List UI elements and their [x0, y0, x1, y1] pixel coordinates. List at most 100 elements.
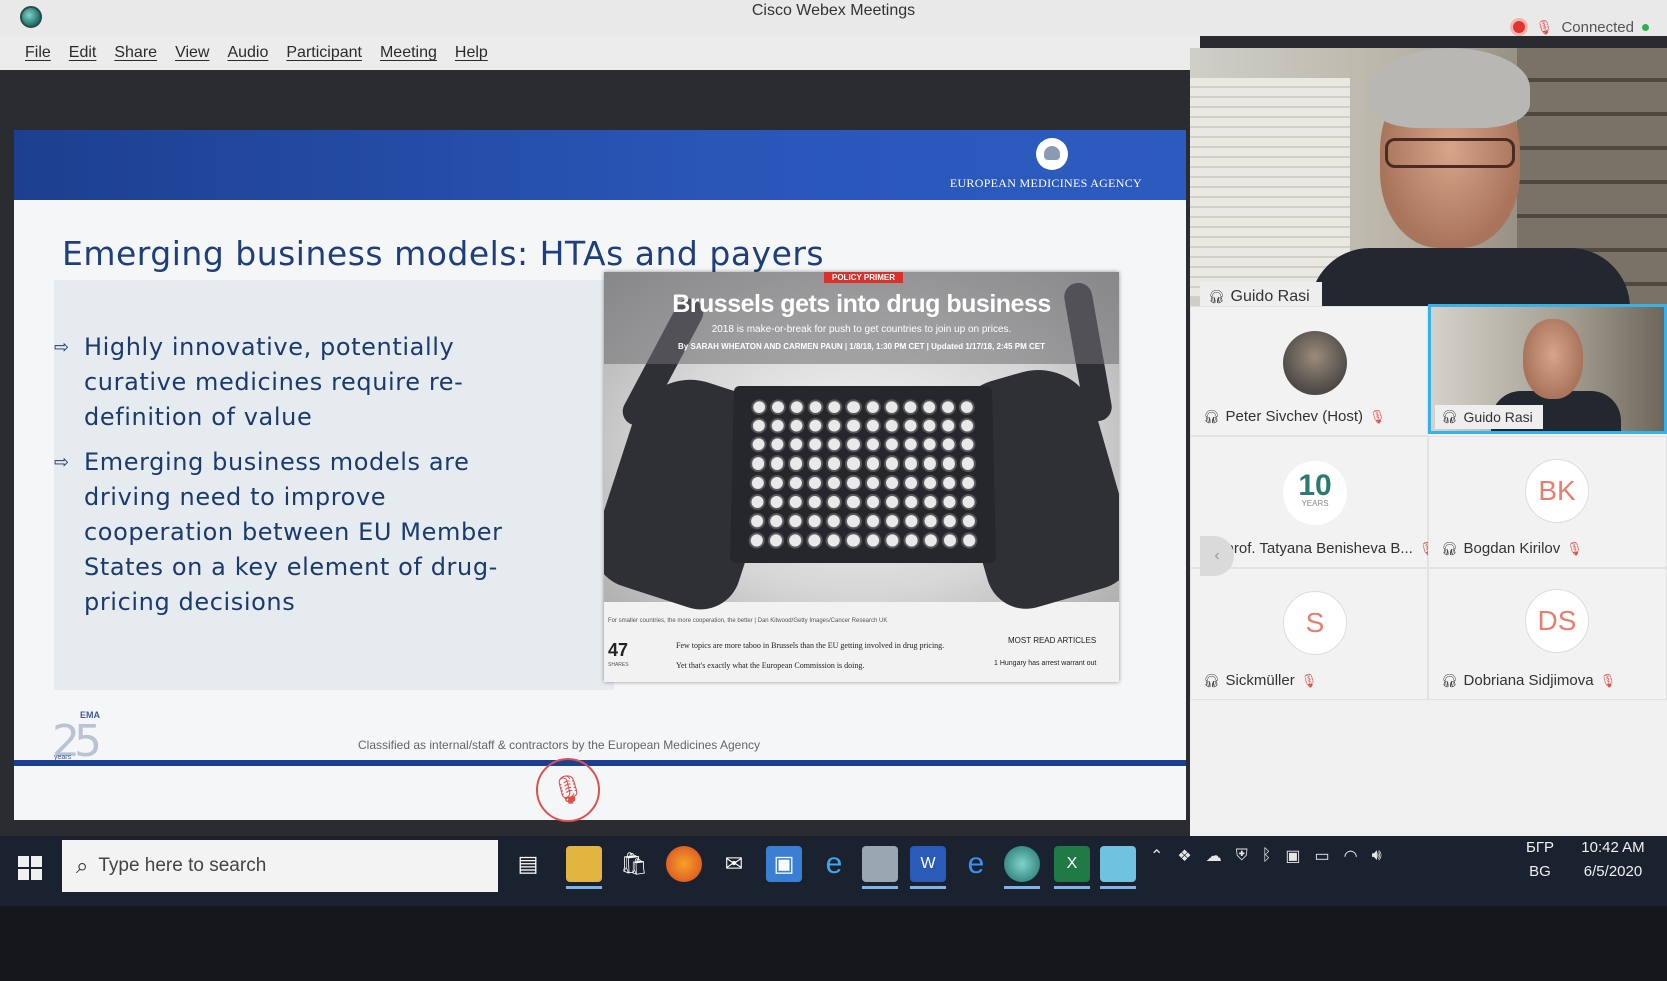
menu-participant[interactable]: Participant: [286, 44, 362, 62]
article-paragraph: Few topics are more taboo in Brussels th…: [676, 636, 976, 656]
plate-well: [827, 399, 843, 415]
dropbox-icon[interactable]: ❖: [1177, 846, 1191, 866]
plate-well: [749, 532, 766, 548]
plate-well: [921, 418, 937, 434]
recording-icon[interactable]: [1510, 18, 1528, 36]
plate-well: [768, 532, 785, 548]
plate-well: [922, 494, 938, 510]
plate-well: [865, 513, 881, 529]
plate-well: [807, 513, 823, 529]
notes-app-icon[interactable]: [1100, 846, 1136, 882]
excel-icon[interactable]: X: [1054, 846, 1090, 882]
internet-explorer-icon[interactable]: e: [816, 846, 852, 882]
muted-mic-icon: 🎙︎: [1566, 541, 1583, 557]
mail-icon[interactable]: ✉: [716, 846, 752, 882]
active-speaker-video[interactable]: 🎧︎ Guido Rasi: [1190, 48, 1667, 324]
active-app-indicator: [1100, 886, 1136, 889]
language-indicator[interactable]: БГР BG: [1520, 836, 1560, 884]
menu-view[interactable]: View: [175, 44, 209, 62]
plate-well: [903, 532, 919, 548]
article-caption: For smaller countries, the more cooperat…: [608, 618, 887, 624]
participant-tile[interactable]: BK 🎧︎ Bogdan Kirilov 🎙︎: [1428, 436, 1667, 568]
menu-file[interactable]: File: [25, 44, 51, 62]
taskbar-search-box[interactable]: ⌕ Type here to search: [62, 840, 498, 892]
plate-well: [960, 474, 976, 490]
slide-title: Emerging business models: HTAs and payer…: [62, 234, 824, 273]
cloud-icon[interactable]: ☁: [1206, 846, 1222, 866]
plate-well: [883, 437, 899, 453]
slide-banner: EUROPEAN MEDICINES AGENCY: [14, 130, 1186, 200]
menu-edit[interactable]: Edit: [69, 44, 97, 62]
plate-well: [884, 494, 900, 510]
bullet-item: ⇨ Emerging business models are driving n…: [84, 445, 534, 620]
app-icon[interactable]: [862, 846, 898, 882]
plate-well: [959, 418, 975, 434]
speaker-head: [1523, 319, 1583, 399]
plate-well: [845, 474, 861, 490]
menu-audio[interactable]: Audio: [227, 44, 268, 62]
mute-button[interactable]: 🎙︎: [536, 758, 600, 822]
security-shield-icon[interactable]: ⛨: [1236, 847, 1248, 865]
remote-desktop-icon[interactable]: ▣: [766, 846, 802, 882]
plate-well: [826, 474, 842, 490]
participant-tile-active[interactable]: 🎧︎ Guido Rasi: [1428, 304, 1667, 434]
muted-mic-icon: 🎙︎: [1600, 673, 1617, 689]
task-view-icon[interactable]: ▤: [510, 846, 546, 882]
share-label: SHARES: [608, 662, 629, 668]
bullet-text: Emerging business models are driving nee…: [84, 448, 503, 616]
menu-help[interactable]: Help: [455, 44, 488, 62]
article-byline: By SARAH WHEATON AND CARMEN PAUN | 1/8/1…: [604, 342, 1119, 351]
plate-well: [902, 418, 918, 434]
file-explorer-icon[interactable]: [566, 846, 602, 882]
plate-well: [903, 456, 919, 472]
plate-well: [961, 513, 978, 529]
plate-well: [903, 513, 919, 529]
windows-start-icon[interactable]: [18, 856, 42, 880]
well-plate: [730, 386, 996, 563]
plate-well: [789, 399, 805, 415]
word-icon[interactable]: W: [910, 846, 946, 882]
wifi-icon[interactable]: ◠: [1344, 846, 1358, 866]
ema-logo-icon: [1036, 138, 1068, 170]
plate-well: [883, 399, 899, 415]
article-header: POLICY PRIMER Brussels gets into drug bu…: [604, 272, 1119, 364]
plate-well: [826, 494, 842, 510]
participant-tile[interactable]: S 🎧︎ Sickmüller 🎙︎: [1190, 568, 1428, 700]
participant-tile[interactable]: DS 🎧︎ Dobriana Sidjimova 🎙︎: [1428, 568, 1667, 700]
plate-well: [902, 437, 918, 453]
plate-well: [922, 474, 938, 490]
store-icon[interactable]: 🛍︎: [616, 846, 652, 882]
volume-icon[interactable]: 🔊︎: [1372, 847, 1382, 865]
edge-icon[interactable]: e: [958, 846, 994, 882]
plate-well: [768, 513, 784, 529]
menu-meeting[interactable]: Meeting: [380, 44, 437, 62]
plate-well: [865, 532, 881, 548]
participant-name: Sickmüller: [1226, 672, 1295, 689]
plate-well: [903, 474, 919, 490]
participant-tile[interactable]: 🎧︎ Peter Sivchev (Host) 🎙︎: [1190, 306, 1428, 436]
plate-well: [961, 532, 978, 548]
plate-well: [865, 494, 881, 510]
search-placeholder: Type here to search: [98, 855, 266, 877]
network-status-icon[interactable]: ▣: [1285, 846, 1300, 866]
webex-icon[interactable]: [1004, 846, 1040, 882]
menu-share[interactable]: Share: [114, 44, 157, 62]
menu-bar: File Edit Share View Audio Participant M…: [0, 36, 1200, 70]
arrow-bullet-icon: ⇨: [54, 330, 70, 365]
plate-well: [787, 532, 803, 548]
taskbar-clock[interactable]: 10:42 AM 6/5/2020: [1568, 836, 1658, 884]
most-read-heading: MOST READ ARTICLES: [1008, 636, 1096, 645]
avatar: BK: [1525, 459, 1589, 523]
participant-name-tag: 🎧︎ prof. Tatyana Benisheva B... 🎙︎: [1203, 540, 1435, 557]
show-hidden-icons-icon[interactable]: ⌃: [1150, 846, 1163, 866]
firefox-icon[interactable]: [666, 846, 702, 882]
bluetooth-icon[interactable]: ᛒ: [1262, 847, 1272, 865]
plate-well: [941, 494, 957, 510]
avatar: DS: [1525, 589, 1589, 653]
plate-well: [788, 456, 804, 472]
ema-name: EUROPEAN MEDICINES AGENCY: [950, 176, 1142, 191]
participant-name: prof. Tatyana Benisheva B...: [1226, 540, 1413, 557]
plate-well: [940, 399, 956, 415]
battery-icon[interactable]: ▭: [1315, 846, 1330, 866]
connection-status[interactable]: 🎙︎ Connected: [1510, 18, 1649, 36]
